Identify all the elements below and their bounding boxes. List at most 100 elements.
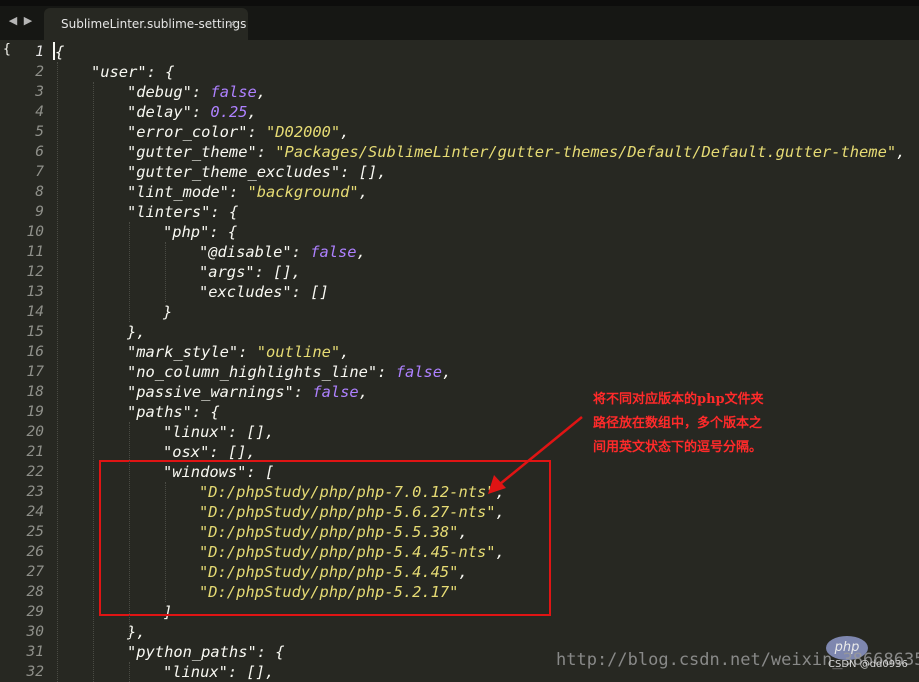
code-line: "args": [], <box>199 262 301 282</box>
code-token: : [], <box>209 443 256 461</box>
code-line: "debug": false, <box>127 82 266 102</box>
close-icon[interactable]: × <box>227 17 236 30</box>
annotation-line-1: 将不同对应版本的php文件夹 <box>593 392 764 407</box>
code-line: "error_color": "D02000", <box>127 122 349 142</box>
code-token: : { <box>209 223 238 241</box>
line-number: 23 <box>26 484 44 500</box>
line-number: 16 <box>26 344 44 360</box>
back-arrow-icon[interactable]: ◀ <box>7 15 19 27</box>
code-token: , <box>256 83 267 101</box>
code-line: "user": { <box>91 62 174 82</box>
code-line: "mark_style": "outline", <box>127 342 349 362</box>
code-line: "linux": [], <box>163 662 274 682</box>
literal-token: false <box>312 383 359 401</box>
line-number: 17 <box>26 364 44 380</box>
code-token: "@disable" <box>199 243 292 261</box>
code-token: "args" <box>199 263 255 281</box>
line-number: 19 <box>26 404 44 420</box>
code-token: : [], <box>254 263 301 281</box>
code-line: "gutter_theme": "Packages/SublimeLinter/… <box>127 142 905 162</box>
line-number: 7 <box>35 164 44 180</box>
string-token: "outline" <box>256 343 341 361</box>
code-token: "php" <box>163 223 210 241</box>
line-number: 20 <box>26 424 44 440</box>
line-number: 32 <box>26 664 44 680</box>
code-token: "delay" <box>127 103 192 121</box>
indent-guide <box>129 662 130 682</box>
code-line: "passive_warnings": false, <box>127 382 368 402</box>
tab-title: SublimeLinter.sublime-settings <box>61 17 247 31</box>
string-token: "background" <box>247 183 359 201</box>
line-number: 31 <box>26 644 44 660</box>
code-token: , <box>896 143 906 161</box>
code-token: : [], <box>227 663 275 681</box>
code-line: } <box>163 302 172 322</box>
code-line: "delay": 0.25, <box>127 102 257 122</box>
line-number: 1 <box>35 44 44 60</box>
code-token: : { <box>191 403 220 421</box>
csdn-watermark: CSDN @dd0936 <box>828 659 908 670</box>
code-line: "paths": { <box>127 402 220 422</box>
string-token: "D02000" <box>266 123 341 141</box>
code-token: : <box>247 123 267 141</box>
forward-arrow-icon[interactable]: ▶ <box>22 15 34 27</box>
line-number: 8 <box>35 184 44 200</box>
indent-guide <box>129 222 130 322</box>
line-number: 28 <box>26 584 44 600</box>
code-token: : <box>291 243 311 261</box>
line-number: 5 <box>35 124 44 140</box>
line-number: 24 <box>26 504 44 520</box>
line-number: 12 <box>26 264 44 280</box>
indent-guide <box>93 82 94 682</box>
code-line: "gutter_theme_excludes": [], <box>127 162 386 182</box>
tab-bar: ◀ ▶ SublimeLinter.sublime-settings × <box>0 0 919 40</box>
code-token: { <box>55 43 65 61</box>
code-token: , <box>358 183 368 201</box>
indent-guide <box>57 62 58 682</box>
code-token: "error_color" <box>127 123 248 141</box>
code-line: "linux": [], <box>163 422 274 442</box>
code-token: "linux" <box>163 423 228 441</box>
code-token: } <box>163 303 173 321</box>
fold-marker-icon[interactable]: { <box>3 42 11 57</box>
string-token: "Packages/SublimeLinter/gutter-themes/De… <box>275 143 897 161</box>
code-line: "osx": [], <box>163 442 256 462</box>
code-token: : <box>191 83 211 101</box>
indent-guide <box>129 422 130 642</box>
code-token: : <box>293 383 313 401</box>
code-token: "osx" <box>163 443 210 461</box>
code-token: : <box>256 143 276 161</box>
indent-guide <box>165 482 166 602</box>
line-number: 26 <box>26 544 44 560</box>
code-token: "lint_mode" <box>127 183 229 201</box>
line-number: 22 <box>26 464 44 480</box>
code-token: "linux" <box>163 663 228 681</box>
line-number: 18 <box>26 384 44 400</box>
code-token: : { <box>146 63 175 81</box>
code-token: : [], <box>227 423 275 441</box>
code-token: , <box>340 123 350 141</box>
code-line: { <box>55 42 64 62</box>
code-token: "python_paths" <box>127 643 257 661</box>
line-number: 25 <box>26 524 44 540</box>
code-token: }, <box>127 323 146 341</box>
text-cursor <box>53 42 55 60</box>
line-number: 30 <box>26 624 44 640</box>
code-line: "php": { <box>163 222 237 242</box>
code-token: : <box>228 183 248 201</box>
indent-guide <box>165 242 166 302</box>
code-token: : <box>191 103 211 121</box>
code-token: "no_column_highlights_line" <box>127 363 378 381</box>
code-token: , <box>340 343 350 361</box>
line-number-gutter: 1 2 3 4 5 6 7 8 9 10 11 12 13 14 15 16 17 18 19 20 21 22 23 24 2… <box>0 40 52 680</box>
line-number: 14 <box>26 304 44 320</box>
literal-token: false <box>310 243 357 261</box>
code-token: : { <box>210 203 239 221</box>
line-number: 29 <box>26 604 44 620</box>
code-token: : [], <box>340 163 387 181</box>
line-number: 6 <box>35 144 44 160</box>
highlight-box <box>99 460 551 616</box>
line-number: 10 <box>26 224 44 240</box>
tab-sublimelinter-settings[interactable]: SublimeLinter.sublime-settings × <box>44 8 248 40</box>
code-token: "gutter_theme_excludes" <box>127 163 341 181</box>
